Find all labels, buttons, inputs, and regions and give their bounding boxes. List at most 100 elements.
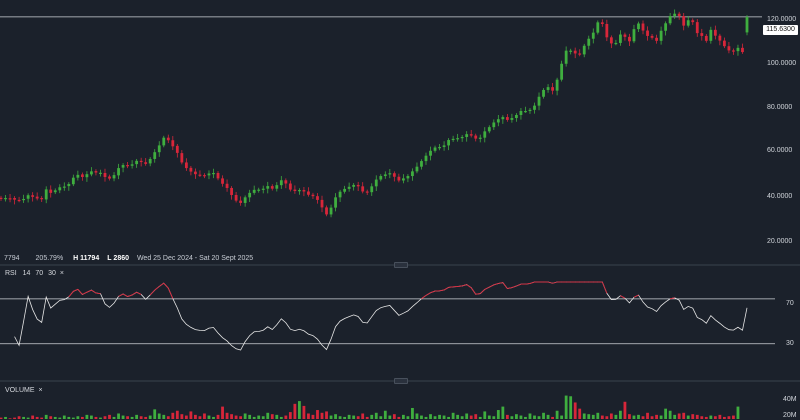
volume-bar — [45, 415, 48, 419]
rsi-overbought-segment — [476, 294, 481, 295]
volume-bar — [416, 413, 419, 419]
candle-body — [443, 145, 446, 147]
rsi-overbought-segment — [132, 292, 137, 295]
candle-body — [741, 48, 744, 52]
candle-body — [434, 148, 437, 151]
candle-body — [551, 87, 554, 91]
volume-bar — [682, 413, 685, 419]
rsi-overbought-segment — [525, 284, 530, 285]
candle-body — [393, 173, 396, 177]
candle-body — [542, 90, 545, 97]
rsi-overbought-segment — [91, 290, 96, 293]
volume-bar — [393, 414, 396, 419]
candle-body — [379, 176, 382, 180]
candle-body — [262, 189, 265, 190]
candle-body — [370, 186, 373, 192]
candle-body — [402, 178, 405, 180]
volume-bar — [709, 416, 712, 419]
candle-body — [348, 187, 351, 189]
candle-body — [565, 51, 568, 64]
volume-bar — [86, 415, 89, 419]
rsi-overbought-segment — [69, 291, 74, 297]
volume-header: VOLUME × — [5, 386, 43, 395]
summary-low-label: L — [107, 255, 111, 262]
rsi-overbought-segment — [489, 285, 494, 287]
volume-bar — [257, 416, 260, 419]
rsi-overbought-segment — [467, 285, 472, 288]
volume-bar — [619, 411, 622, 419]
price-tick: 100.0000 — [767, 59, 796, 68]
pane-resize-handle[interactable] — [394, 262, 408, 268]
candle-body — [293, 190, 296, 191]
rsi-overbought-segment — [548, 282, 553, 283]
candle-body — [86, 174, 89, 177]
volume-bar — [235, 416, 238, 419]
volume-bar — [506, 415, 509, 419]
volume-bar — [194, 415, 197, 419]
volume-bar — [275, 415, 278, 419]
volume-bar — [691, 414, 694, 419]
candle-body — [230, 188, 233, 195]
candle-body — [357, 185, 360, 186]
candle-body — [343, 189, 346, 192]
volume-bar — [189, 411, 192, 419]
candle-body — [212, 173, 215, 174]
volume-bar — [230, 414, 233, 419]
summary-first: 7794 — [4, 255, 20, 262]
candle-body — [126, 165, 129, 166]
volume-bar — [497, 410, 500, 419]
price-tick: 60.0000 — [767, 146, 792, 155]
volume-bar — [289, 412, 292, 419]
volume-bar — [628, 414, 631, 419]
summary-range: Wed 25 Dec 2024 - Sat 20 Sept 2025 — [137, 255, 253, 262]
rsi-overbought-segment — [159, 283, 164, 286]
volume-bar — [185, 416, 188, 419]
candle-body — [284, 180, 287, 183]
candle-body — [171, 140, 174, 146]
volume-bar — [596, 413, 599, 419]
candle-body — [429, 151, 432, 156]
volume-close-button[interactable]: × — [39, 387, 43, 394]
candle-body — [452, 139, 455, 140]
volume-bar — [529, 413, 532, 419]
rsi-overbought-segment — [480, 289, 485, 293]
candle-body — [601, 22, 604, 24]
candle-body — [144, 162, 147, 164]
volume-bar — [474, 414, 477, 419]
volume-bar — [63, 416, 66, 419]
volume-bar — [737, 407, 740, 419]
candle-body — [619, 35, 622, 43]
candle-body — [203, 175, 206, 176]
volume-bar — [465, 413, 468, 419]
volume-bar — [470, 416, 473, 419]
candle-body — [723, 41, 726, 47]
candle-body — [470, 134, 473, 135]
volume-bar — [298, 401, 301, 419]
candle-body — [510, 118, 513, 120]
candle-body — [31, 195, 34, 197]
candle-body — [113, 175, 116, 178]
price-tick: 120.0000 — [767, 15, 796, 24]
volume-bar — [574, 402, 577, 419]
rsi-overbought-segment — [494, 283, 499, 284]
rsi-overbought-segment — [96, 293, 101, 294]
volume-bar — [664, 409, 667, 419]
volume-bar — [244, 413, 247, 419]
candle-body — [574, 51, 577, 54]
candle-body — [660, 31, 663, 41]
rsi-close-button[interactable]: × — [60, 270, 64, 277]
candle-body — [289, 184, 292, 190]
volume-bar — [171, 413, 174, 419]
pane-resize-handle[interactable] — [394, 378, 408, 384]
summary-change: 205.79% — [36, 255, 64, 262]
candle-body — [678, 14, 681, 16]
candle-body — [167, 138, 170, 141]
rsi-tick: 70 — [786, 299, 794, 308]
candle-body — [22, 199, 25, 200]
volume-bar — [370, 415, 373, 419]
candle-body — [420, 161, 423, 167]
rsi-overbought-segment — [421, 295, 426, 298]
chart-root: 120.0000 100.0000 80.0000 60.0000 40.000… — [0, 0, 800, 419]
volume-bar — [411, 408, 414, 419]
candle-body — [718, 36, 721, 41]
